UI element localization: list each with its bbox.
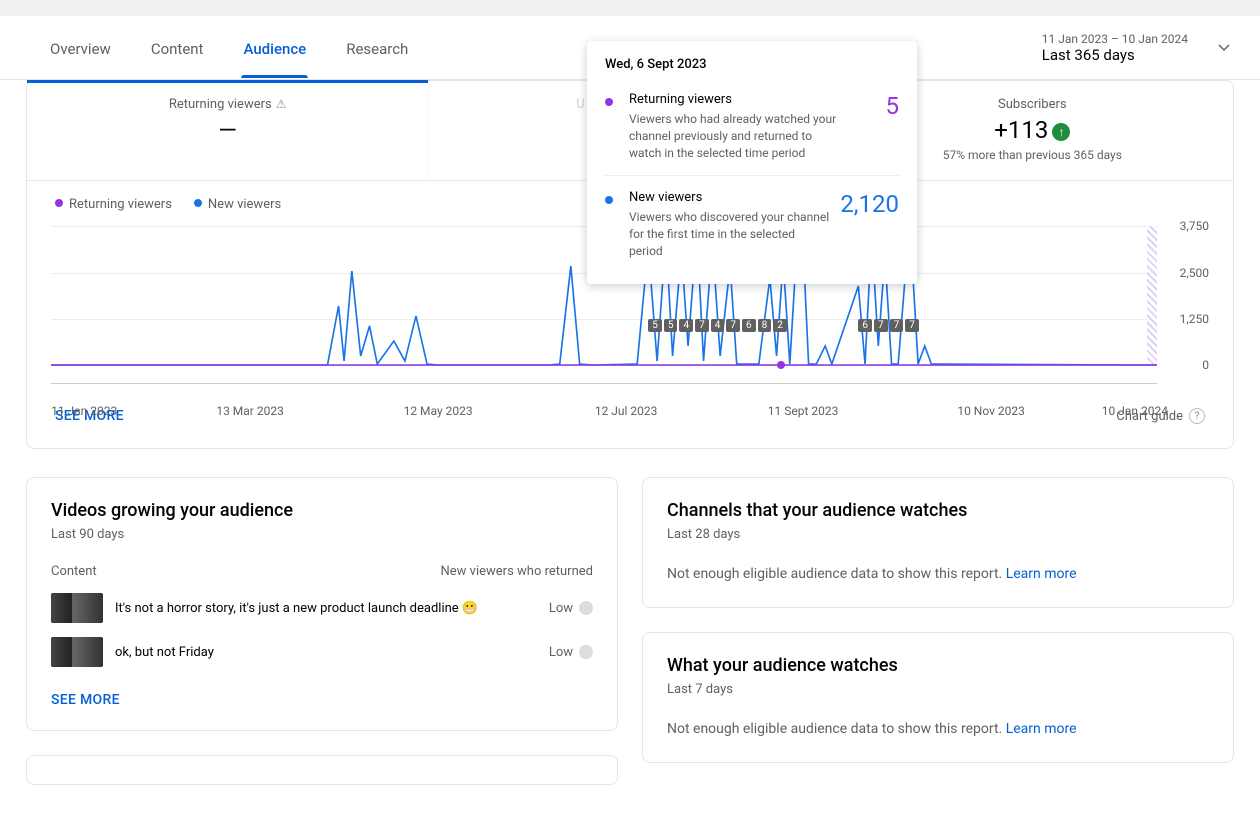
dot-icon	[194, 199, 202, 207]
table-row[interactable]: ok, but not Friday Low	[51, 637, 593, 667]
tabs: Overview Content Audience Research	[30, 18, 428, 78]
learn-more-link[interactable]: Learn more	[1006, 566, 1077, 582]
tab-content[interactable]: Content	[131, 18, 224, 78]
card-title: Videos growing your audience	[51, 500, 593, 521]
date-range-text: 11 Jan 2023 – 10 Jan 2024	[1042, 32, 1188, 46]
metric-returning-viewers[interactable]: Returning viewers⚠ —	[27, 81, 428, 180]
videos-growing-card: Videos growing your audience Last 90 day…	[26, 477, 618, 731]
video-thumbnail	[51, 593, 103, 623]
audience-watches-card: What your audience watches Last 7 days N…	[642, 632, 1234, 763]
date-range-picker[interactable]: 11 Jan 2023 – 10 Jan 2024 Last 365 days	[1042, 32, 1188, 64]
dot-icon	[605, 196, 613, 204]
tab-audience[interactable]: Audience	[223, 18, 326, 78]
audience-chart-card: Returning viewers⚠ — U hidden by tooltip…	[26, 80, 1234, 449]
status-chip-icon	[579, 601, 593, 615]
table-row[interactable]: It's not a horror story, it's just a new…	[51, 593, 593, 623]
tab-overview[interactable]: Overview	[30, 18, 131, 78]
chart-badges: 554747682	[648, 319, 789, 332]
next-card-peek	[26, 755, 618, 785]
date-range-label: Last 365 days	[1042, 46, 1188, 64]
chart-badges: 6777	[858, 319, 921, 332]
y-axis: 3,750 2,500 1,250 0	[1161, 226, 1209, 366]
video-thumbnail	[51, 637, 103, 667]
warning-icon: ⚠	[276, 97, 287, 111]
status-chip-icon	[579, 645, 593, 659]
chart-tooltip: Wed, 6 Sept 2023 Returning viewers Viewe…	[587, 41, 917, 284]
dot-icon	[605, 98, 613, 106]
hover-marker	[777, 361, 785, 369]
see-more-button[interactable]: SEE MORE	[51, 692, 120, 708]
chevron-down-icon[interactable]	[1218, 44, 1230, 52]
help-icon: ?	[1189, 408, 1205, 424]
channels-watched-card: Channels that your audience watches Last…	[642, 477, 1234, 608]
card-title: What your audience watches	[667, 655, 1209, 676]
learn-more-link[interactable]: Learn more	[1006, 721, 1077, 737]
card-title: Channels that your audience watches	[667, 500, 1209, 521]
dot-icon	[55, 199, 63, 207]
arrow-up-icon: ↑	[1052, 123, 1070, 141]
tab-research[interactable]: Research	[326, 18, 428, 78]
